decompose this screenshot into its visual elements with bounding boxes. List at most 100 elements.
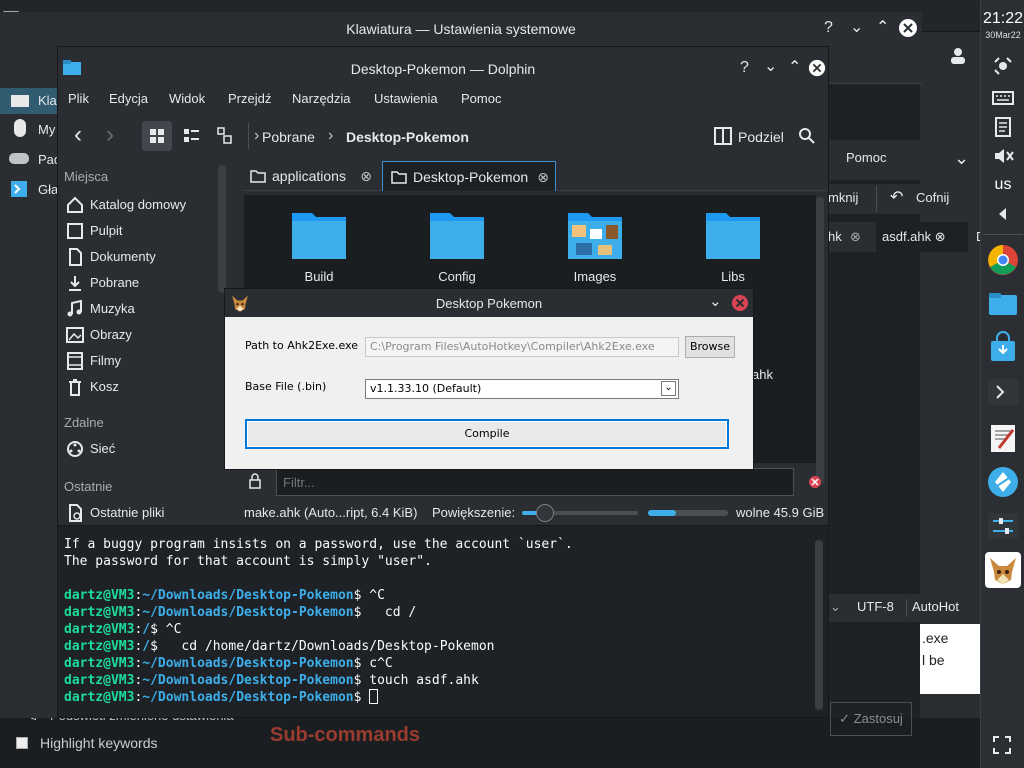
user-icon[interactable] [946,44,970,68]
menu-go[interactable]: Przejdź [228,83,271,115]
place-videos[interactable]: Filmy [64,349,214,373]
settings-sidebar-item[interactable]: Gła [38,182,58,197]
settings-titlebar: Klawiatura — Ustawienia systemowe ? ⌄ ⌃ [0,12,922,46]
back-icon[interactable]: ‹ [74,121,82,149]
chevron-down-icon[interactable]: ⌄ [661,381,676,396]
zoom-slider-handle[interactable] [536,504,555,522]
minimize-icon[interactable]: ⌄ [764,56,777,76]
keyboard-icon[interactable] [989,84,1017,112]
browse-button[interactable]: Browse [685,336,735,358]
file-item-label: Libs [721,269,745,284]
settings-sidebar-item[interactable]: My [38,122,55,137]
forward-icon[interactable]: › [106,121,114,149]
file-item[interactable]: Libs [678,207,788,284]
chrome-icon[interactable] [985,242,1021,278]
expand-arrow-icon[interactable] [989,200,1017,228]
minimize-icon[interactable]: ⌄ [850,17,863,37]
folder-icon [292,213,346,259]
clear-icon[interactable] [808,475,822,489]
fullscreen-icon[interactable] [991,734,1013,756]
syntax-selector[interactable]: AutoHot [912,599,959,614]
help-icon[interactable]: ? [740,59,749,77]
menu-settings[interactable]: Ustawienia [374,83,438,115]
lock-icon[interactable] [248,473,262,489]
keyboard-layout-indicator[interactable]: us [981,176,1024,194]
file-item-label: Build [304,269,334,284]
menu-edit[interactable]: Edycja [109,83,148,115]
base-file-select[interactable]: v1.1.33.10 (Default) ⌄ [365,379,679,399]
menu-help[interactable]: Pomoc [461,83,501,115]
close-icon[interactable]: ⊗ [850,222,861,252]
terminal-command: touch asdf.ahk [369,673,479,688]
pokemon-icon[interactable] [985,552,1021,588]
text-editor-icon[interactable] [985,420,1021,456]
highlight-keywords-checkbox[interactable] [16,737,28,749]
tab-desktop-pokemon[interactable]: Desktop-Pokemon ⊗ [382,161,556,191]
encoding-selector[interactable]: UTF-8 [857,599,894,614]
close-icon[interactable] [898,18,918,38]
apply-button[interactable]: ✓ Zastosuj [830,702,912,736]
editor-tab-active[interactable]: asdf.ahk ⊗ [876,222,968,252]
zoom-slider[interactable] [522,504,638,522]
path-input[interactable]: C:\Program Files\AutoHotkey\Compiler\Ahk… [365,337,679,357]
file-item[interactable]: Config [402,207,512,284]
tab-applications[interactable]: applications ⊗ [242,161,376,191]
file-view-scrollbar[interactable] [816,197,824,485]
chevron-down-icon[interactable]: ⌄ [954,148,969,169]
terminal-icon[interactable] [985,374,1021,410]
mixer-icon[interactable] [985,508,1021,544]
chevron-down-icon[interactable]: ⌄ [830,599,841,615]
maximize-icon[interactable]: ⌃ [876,17,889,37]
menu-view[interactable]: Widok [169,83,205,115]
menu-file[interactable]: Plik [68,83,89,115]
prompt-path: ~/Downloads/Desktop-Pokemon [142,690,354,705]
places-scrollbar[interactable] [218,165,226,293]
place-music[interactable]: Muzyka [64,297,214,321]
editor-menu-help[interactable]: Pomoc [846,150,886,165]
system-settings-icon[interactable] [985,464,1021,500]
split-button[interactable]: Podziel [738,129,784,145]
minimize-icon[interactable]: ⌄ [709,292,722,310]
place-trash[interactable]: Kosz [64,375,214,399]
discover-icon[interactable] [985,330,1021,366]
close-icon[interactable] [808,59,826,77]
breadcrumb-item[interactable]: Pobrane [262,129,315,145]
place-recent-files[interactable]: Ostatnie pliki [64,501,214,525]
maximize-icon[interactable]: ⌃ [788,57,801,77]
editor-undo-button[interactable]: Cofnij [916,190,949,205]
clipboard-icon[interactable] [989,112,1017,140]
file-item[interactable]: Build [264,207,374,284]
breadcrumb-current[interactable]: Desktop-Pokemon [346,129,469,145]
place-downloads[interactable]: Pobrane [64,271,214,295]
close-icon[interactable] [731,294,749,312]
place-trash-label: Kosz [90,379,119,394]
editor-tab[interactable]: hk [828,222,842,252]
icons-view-button[interactable] [142,121,172,151]
close-icon[interactable]: ⊗ [537,162,549,192]
file-item-label[interactable]: ahk [752,367,773,382]
search-icon[interactable] [798,127,816,145]
place-desktop[interactable]: Pulpit [64,219,214,243]
place-network[interactable]: Sieć [64,437,214,461]
file-item[interactable]: Images [540,207,650,284]
undo-icon: ↶ [890,189,904,206]
volume-muted-icon[interactable] [989,142,1017,170]
help-icon[interactable]: ? [824,19,833,37]
place-documents[interactable]: Dokumenty [64,245,214,269]
place-pictures[interactable]: Obrazy [64,323,214,347]
compact-view-icon[interactable] [176,121,206,151]
close-icon[interactable]: ⊗ [360,161,372,191]
place-home[interactable]: Katalog domowy [64,193,214,217]
compile-button[interactable]: Compile [245,419,729,449]
settings-sidebar-item[interactable]: Kla [38,93,57,108]
editor-close-button[interactable]: mknij [828,190,858,205]
network-icon[interactable] [989,52,1017,80]
terminal[interactable]: If a buggy program insists on a password… [57,526,829,718]
close-icon[interactable]: ⊗ [935,229,946,244]
terminal-scrollbar[interactable] [815,540,823,710]
folder-icon[interactable] [985,286,1021,322]
clock-time[interactable]: 21:22 [981,10,1024,28]
menu-tools[interactable]: Narzędzia [292,83,351,115]
filter-input[interactable] [276,468,794,496]
details-view-icon[interactable] [210,121,240,151]
